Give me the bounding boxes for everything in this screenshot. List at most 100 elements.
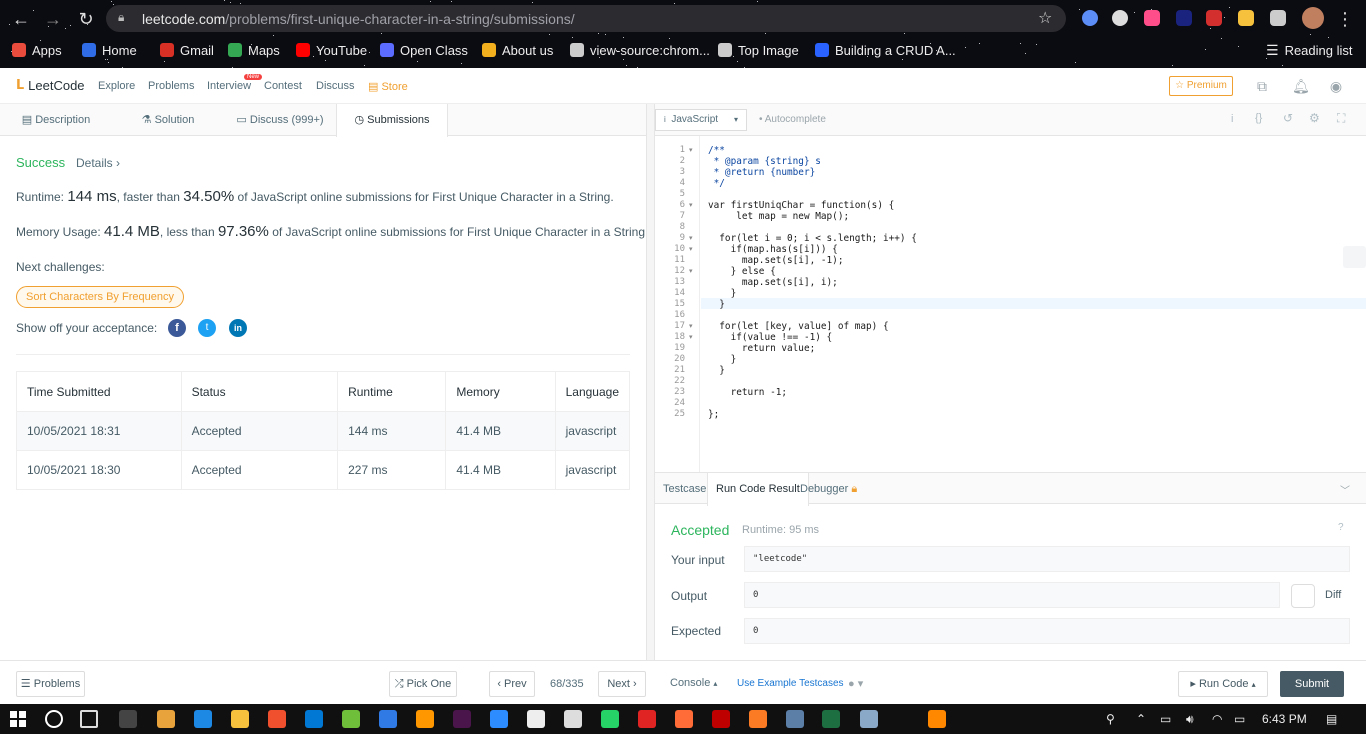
autocomplete-toggle[interactable]: • Autocomplete <box>759 114 826 125</box>
react-devtools-icon[interactable] <box>1082 10 1098 26</box>
app-icon[interactable] <box>786 710 804 728</box>
git-icon[interactable] <box>268 710 286 728</box>
bookmark-item[interactable]: view-source:chrom... <box>570 40 710 60</box>
twitter-icon[interactable]: t <box>198 319 216 337</box>
back-arrow-icon[interactable]: ← <box>10 8 32 30</box>
vscode-icon[interactable] <box>305 710 323 728</box>
extension-dark-icon[interactable] <box>1176 10 1192 26</box>
battery-icon[interactable]: ▭ <box>1234 712 1245 726</box>
clock[interactable]: 6:43 PM <box>1262 712 1307 726</box>
bookmark-item[interactable]: About us <box>482 40 553 60</box>
heart-extension-icon[interactable] <box>1144 10 1160 26</box>
help-circle-icon[interactable]: ● ▾ <box>848 677 863 690</box>
user-account-icon[interactable]: ◉ <box>1328 78 1344 94</box>
premium-button[interactable]: ☆ Premium <box>1169 76 1233 96</box>
notifications-bell-icon[interactable]: 🔔︎ <box>1292 78 1310 94</box>
xampp-icon[interactable] <box>749 710 767 728</box>
fold-arrow-icon[interactable]: ▾ <box>689 333 693 341</box>
prev-button[interactable]: ‹ Prev <box>489 671 535 697</box>
tab-solution[interactable]: ⚗ Solution <box>112 104 224 136</box>
windows-start-icon[interactable] <box>9 710 27 728</box>
use-example-testcases-link[interactable]: Use Example Testcases <box>737 678 844 689</box>
acrobat-icon[interactable] <box>638 710 656 728</box>
tab-testcase[interactable]: Testcase <box>663 473 706 505</box>
puzzle-extensions-icon[interactable] <box>1270 10 1286 26</box>
leetcode-logo[interactable]: ᒪ LeetCode <box>16 77 85 93</box>
volume-icon[interactable]: 🔊︎ <box>1186 712 1194 727</box>
collapse-chevron-icon[interactable]: ﹀ <box>1340 482 1350 497</box>
tab-submissions[interactable]: ◷ Submissions <box>336 104 448 137</box>
tab-discuss[interactable]: ▭ Discuss (999+) <box>224 104 336 136</box>
extension-circle-icon[interactable] <box>1112 10 1128 26</box>
info-icon[interactable]: i <box>1231 113 1233 125</box>
remote-desktop-icon[interactable] <box>860 710 878 728</box>
fullscreen-icon[interactable]: ⛶ <box>1337 111 1345 126</box>
search-icon[interactable] <box>45 710 63 728</box>
chrome-icon[interactable] <box>157 710 175 728</box>
obs-icon[interactable] <box>119 710 137 728</box>
braces-icon[interactable]: {} <box>1255 112 1262 124</box>
forward-arrow-icon[interactable]: → <box>42 8 64 30</box>
linkedin-icon[interactable]: in <box>229 319 247 337</box>
tab-description[interactable]: ▤ Description <box>0 104 112 136</box>
bookmark-item[interactable]: Building a CRUD A... <box>815 40 956 60</box>
pick-one-button[interactable]: ⤮ Pick One <box>389 671 457 697</box>
postman-icon[interactable] <box>675 710 693 728</box>
kebab-menu-icon[interactable]: ⋮ <box>1334 8 1356 30</box>
bookmark-star-icon[interactable]: ☆ <box>1038 8 1052 28</box>
reading-list[interactable]: ☰ Reading list <box>1266 40 1353 60</box>
side-panel-handle[interactable] <box>1343 246 1366 268</box>
nav-interview[interactable]: Interview <box>207 80 251 92</box>
language-select[interactable]: i JavaScript ▾ <box>655 109 747 131</box>
fold-arrow-icon[interactable]: ▾ <box>689 322 693 330</box>
reset-icon[interactable]: ↺ <box>1283 111 1293 125</box>
panel-splitter[interactable] <box>646 104 655 660</box>
wifi-icon[interactable]: ◠ <box>1212 712 1222 726</box>
next-button[interactable]: Next › <box>598 671 646 697</box>
filezilla-icon[interactable] <box>712 710 730 728</box>
bookmark-item[interactable]: YouTube <box>296 40 367 60</box>
folder-extension-icon[interactable] <box>1238 10 1254 26</box>
c-extension-icon[interactable] <box>1206 10 1222 26</box>
details-link[interactable]: Details › <box>76 156 120 170</box>
bookmark-item[interactable]: Open Class <box>380 40 468 60</box>
challenge-chip[interactable]: Sort Characters By Frequency <box>16 286 184 308</box>
tab-run-code-result[interactable]: Run Code Result <box>707 473 809 506</box>
network-icon[interactable]: ▭ <box>1160 712 1171 726</box>
task-view-icon[interactable] <box>80 710 98 728</box>
cursor-icon[interactable] <box>527 710 545 728</box>
submit-button[interactable]: Submit <box>1280 671 1344 697</box>
fold-arrow-icon[interactable]: ▾ <box>689 146 693 154</box>
run-code-button[interactable]: ▸ Run Code ▴ <box>1178 671 1268 697</box>
nav-explore[interactable]: Explore <box>98 80 135 92</box>
file-explorer-icon[interactable] <box>231 710 249 728</box>
app-grid-icon[interactable] <box>342 710 360 728</box>
nav-problems[interactable]: Problems <box>148 80 194 92</box>
bookmark-item[interactable]: Gmail <box>160 40 214 60</box>
playground-icon[interactable]: ⧉ <box>1254 78 1270 94</box>
zoom-icon[interactable] <box>490 710 508 728</box>
tray-chevron-icon[interactable]: ⌃ <box>1136 712 1146 726</box>
store-icon[interactable] <box>379 710 397 728</box>
bookmark-item[interactable]: Apps <box>12 40 62 60</box>
fold-arrow-icon[interactable]: ▾ <box>689 245 693 253</box>
excel-icon[interactable] <box>822 710 840 728</box>
edge-icon[interactable] <box>194 710 212 728</box>
slack-icon[interactable] <box>453 710 471 728</box>
fold-arrow-icon[interactable]: ▾ <box>689 201 693 209</box>
code-editor[interactable]: 1 ▾ 2 3 4 5 6 ▾ 7 8 9 ▾ 10 ▾ 11 12 ▾ 13 14 15 16 17 ▾ 18 ▾ 19 20 21… <box>655 136 1366 472</box>
nav-contest[interactable]: Contest <box>264 80 302 92</box>
tab-debugger[interactable]: Debugger 🔒︎ <box>800 473 857 505</box>
whatsapp-icon[interactable] <box>601 710 619 728</box>
settings-gear-icon[interactable]: ⚙ <box>1309 111 1320 125</box>
cell-status-link[interactable]: Accepted <box>180 411 339 451</box>
bookmark-item[interactable]: Home <box>82 40 137 60</box>
bookmark-item[interactable]: Maps <box>228 40 280 60</box>
vlc-icon[interactable] <box>928 710 946 728</box>
address-bar[interactable]: 🔒︎ leetcode.com/problems/first-unique-ch… <box>106 5 1066 32</box>
notion-icon[interactable] <box>564 710 582 728</box>
profile-avatar[interactable] <box>1302 7 1324 29</box>
sublime-icon[interactable] <box>416 710 434 728</box>
reload-icon[interactable]: ↻ <box>75 8 97 30</box>
diff-toggle[interactable] <box>1291 584 1315 608</box>
